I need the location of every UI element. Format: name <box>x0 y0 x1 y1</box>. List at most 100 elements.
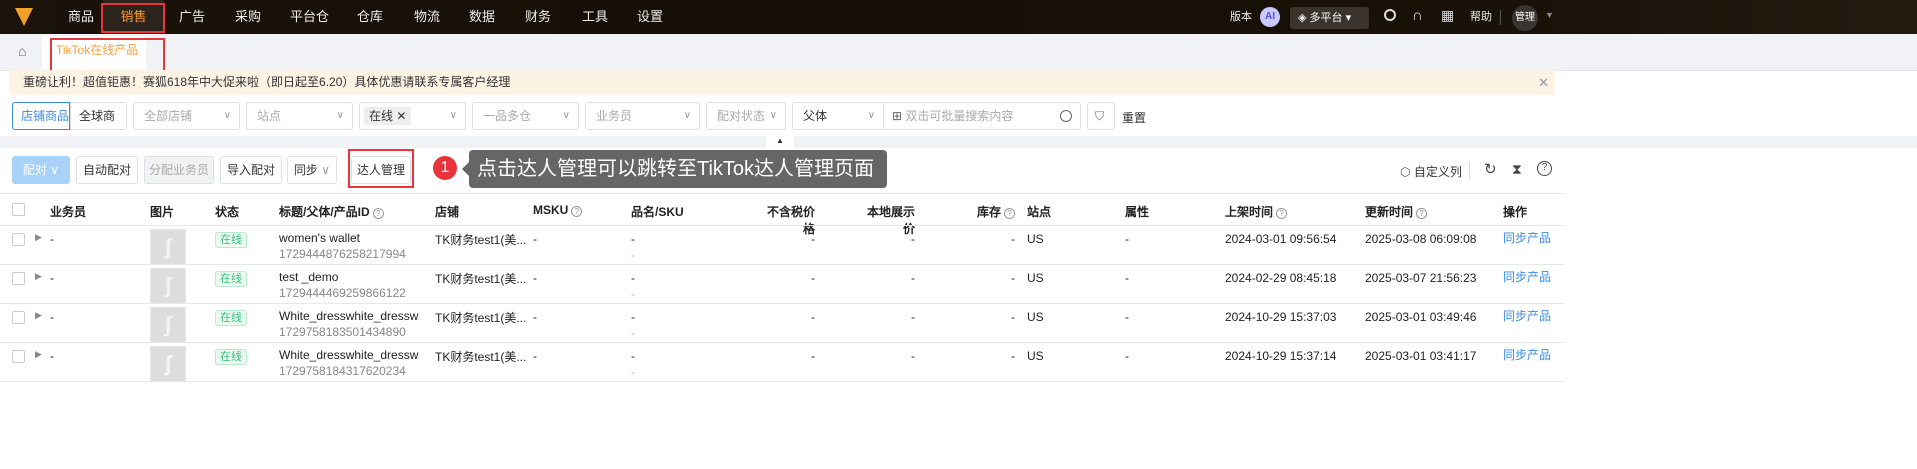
sync-product-link[interactable]: 同步产品 <box>1503 346 1551 363</box>
status-select[interactable]: 在线 ✕ ∨ <box>359 102 466 130</box>
nav-item-products[interactable]: 商品 <box>68 0 94 34</box>
import-match-button[interactable]: 导入配对 <box>220 156 282 184</box>
help-icon[interactable]: ? <box>372 208 384 219</box>
nav-item-warehouse[interactable]: 仓库 <box>357 0 383 34</box>
table-row[interactable]: ▶ - ʃ 在线 women's wallet 1729444876258217994 TK… <box>0 226 1565 265</box>
price-cell: - <box>811 349 815 363</box>
salesperson-cell: - <box>50 232 54 246</box>
version-link[interactable]: 版本 <box>1230 0 1252 34</box>
header-status: 状态 <box>215 205 240 219</box>
chevron-down-icon: ∨ <box>867 110 875 121</box>
sync-product-link[interactable]: 同步产品 <box>1503 229 1551 246</box>
site-select[interactable]: 站点 ∨ <box>246 102 353 130</box>
sync-button[interactable]: 同步 ∨ <box>287 156 337 184</box>
expand-caret-icon[interactable]: ▶ <box>35 271 42 282</box>
help-icon[interactable]: ? <box>1416 208 1428 219</box>
nav-item-data[interactable]: 数据 <box>469 0 495 34</box>
expand-caret-icon[interactable]: ▶ <box>35 310 42 321</box>
search-icon[interactable] <box>1384 9 1396 21</box>
product-image-placeholder[interactable]: ʃ <box>150 268 186 304</box>
platform-selector[interactable]: ◈ 多平台 ▾ <box>1290 7 1369 29</box>
nav-item-platform-warehouse[interactable]: 平台仓 <box>290 0 329 34</box>
sku-cell: - <box>631 326 635 340</box>
callout-tooltip: 点击达人管理可以跳转至TikTok达人管理页面 <box>469 150 887 188</box>
product-image-placeholder[interactable]: ʃ <box>150 346 186 382</box>
headset-icon[interactable]: ∩ <box>1412 7 1423 24</box>
nav-item-settings[interactable]: 设置 <box>637 0 663 34</box>
hourglass-icon[interactable]: ⧗ <box>1512 161 1522 178</box>
row-checkbox[interactable] <box>12 350 25 363</box>
expand-caret-icon[interactable]: ▶ <box>35 349 42 360</box>
salesperson-select[interactable]: 业务员 ∨ <box>585 102 700 130</box>
expand-caret-icon[interactable]: ▶ <box>35 232 42 243</box>
filter-button[interactable]: ⛉ <box>1087 102 1115 130</box>
logo-icon[interactable] <box>15 8 33 26</box>
auto-match-button[interactable]: 自动配对 <box>76 156 138 184</box>
select-all-checkbox[interactable] <box>12 203 25 216</box>
product-id: 1729758183501434890 <box>279 325 406 339</box>
help-link[interactable]: 帮助 <box>1470 0 1492 34</box>
store-products-toggle[interactable]: 店铺商品 <box>12 102 70 130</box>
label: 同步 <box>293 163 318 177</box>
table-row[interactable]: ▶ - ʃ 在线 White_dresswhite_dressw... 172975818… <box>0 343 1565 382</box>
global-products-toggle[interactable]: 全球商品 <box>70 102 127 149</box>
multi-warehouse-select[interactable]: 一品多仓 ∨ <box>472 102 579 130</box>
search-type-select[interactable]: 父体 ∨ <box>792 102 884 130</box>
sync-product-link[interactable]: 同步产品 <box>1503 268 1551 285</box>
help-icon[interactable]: ? <box>1276 208 1288 219</box>
product-title[interactable]: women's wallet <box>279 231 419 245</box>
close-icon[interactable]: ✕ <box>1538 70 1549 95</box>
product-title[interactable]: White_dresswhite_dressw... <box>279 348 419 362</box>
help-icon[interactable]: ? <box>1537 161 1552 176</box>
product-title[interactable]: White_dresswhite_dressw... <box>279 309 419 323</box>
product-id: 1729758184317620234 <box>279 364 406 378</box>
nav-item-purchase[interactable]: 采购 <box>235 0 261 34</box>
caret-down-icon[interactable]: ▼ <box>1545 10 1554 20</box>
match-button[interactable]: 配对 ∨ <box>12 156 70 184</box>
status-badge: 在线 <box>215 349 247 365</box>
header-updated-time[interactable]: 更新时间? <box>1365 203 1428 220</box>
row-checkbox[interactable] <box>12 311 25 324</box>
status-cell: 在线 <box>215 231 247 248</box>
site-cell: US <box>1027 271 1044 285</box>
nav-item-tools[interactable]: 工具 <box>582 0 608 34</box>
search-input[interactable]: ⊞ 双击可批量搜索内容 <box>883 102 1081 130</box>
help-icon[interactable]: ? <box>1004 208 1015 219</box>
nav-item-finance[interactable]: 财务 <box>525 0 551 34</box>
reset-button[interactable]: 重置 <box>1122 109 1146 126</box>
sync-product-link[interactable]: 同步产品 <box>1503 307 1551 324</box>
product-image-placeholder[interactable]: ʃ <box>150 229 186 265</box>
store-select[interactable]: 全部店铺 ∨ <box>133 102 240 130</box>
search-icon[interactable] <box>1060 110 1072 122</box>
store-cell: TK财务test1(美... <box>435 350 527 364</box>
table-row[interactable]: ▶ - ʃ 在线 White_dresswhite_dressw... 172975818… <box>0 304 1565 343</box>
section-divider <box>0 136 1917 148</box>
help-icon[interactable]: ? <box>571 206 583 217</box>
row-checkbox[interactable] <box>12 272 25 285</box>
match-status-select[interactable]: 配对状态 ∨ <box>706 102 786 130</box>
chevron-down-icon: ∨ <box>223 110 231 121</box>
custom-columns-button[interactable]: ⬡ 自定义列 <box>1400 163 1462 180</box>
row-checkbox[interactable] <box>12 233 25 246</box>
table-row[interactable]: ▶ - ʃ 在线 test _demo 1729444469259866122 TK财务te… <box>0 265 1565 304</box>
sku-cell: - <box>631 365 635 379</box>
header-listed-time[interactable]: 上架时间? <box>1225 203 1288 220</box>
nav-item-ads[interactable]: 广告 <box>179 0 205 34</box>
divider <box>0 193 1565 194</box>
product-image-placeholder[interactable]: ʃ <box>150 307 186 343</box>
close-icon[interactable]: ✕ <box>396 109 406 123</box>
header-salesperson[interactable]: 业务员 <box>50 203 86 220</box>
collapse-caret-icon[interactable]: ▲ <box>766 133 794 148</box>
apps-icon[interactable]: ▦ <box>1441 7 1454 24</box>
user-avatar[interactable]: 管理 <box>1512 5 1538 31</box>
price-cell: - <box>811 271 815 285</box>
home-icon[interactable]: ⌂ <box>18 43 26 59</box>
nav-item-logistics[interactable]: 物流 <box>414 0 440 34</box>
product-title[interactable]: test _demo <box>279 270 419 284</box>
header-stock[interactable]: 库存? <box>960 203 1015 220</box>
refresh-icon[interactable]: ↻ <box>1484 160 1497 178</box>
assign-salesperson-button[interactable]: 分配业务员 <box>144 156 214 184</box>
ai-button[interactable]: AI <box>1260 7 1280 27</box>
header-msku: MSKU? <box>533 203 583 217</box>
label: 配对 <box>22 163 47 177</box>
